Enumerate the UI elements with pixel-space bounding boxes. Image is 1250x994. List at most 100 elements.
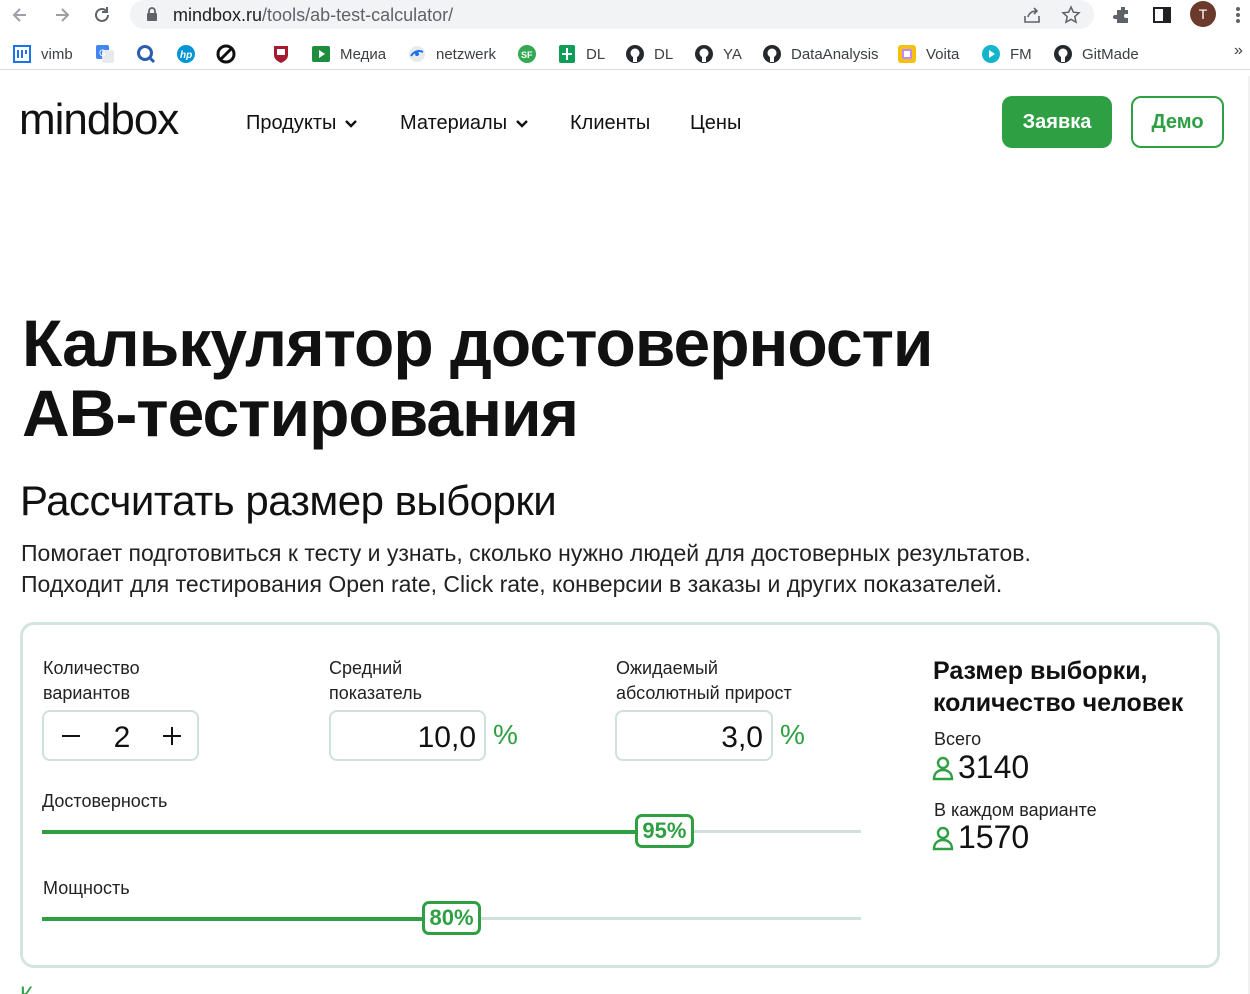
power-label: Мощность (43, 878, 130, 898)
variants-stepper[interactable]: 2 (42, 710, 199, 761)
bookmark-translate[interactable]: G (95, 42, 115, 66)
lock-icon[interactable] (146, 7, 158, 27)
variants-label: Количество вариантов (43, 656, 140, 706)
confidence-slider-handle[interactable]: 95% (634, 814, 694, 848)
per-variant-label: В каждом варианте (934, 800, 1097, 820)
nav-clients[interactable]: Клиенты (570, 112, 650, 135)
section-description: Помогает подготовиться к тесту и узнать,… (21, 538, 1031, 600)
nav-products-label: Продукты (246, 112, 337, 134)
sidepanel-icon[interactable] (1150, 3, 1174, 27)
vimb-icon (12, 44, 32, 64)
per-variant-result: 1570 (932, 819, 1029, 856)
uplift-label-line-2: абсолютный прирост (616, 683, 792, 703)
per-variant-value: 1570 (958, 819, 1030, 855)
media-icon (311, 44, 331, 64)
bookmark-label: DL (586, 45, 606, 63)
bookmark-media[interactable]: Медиа (311, 42, 386, 66)
uplift-unit: % (780, 719, 805, 750)
section-subtitle: Рассчитать размер выборки (20, 477, 557, 524)
request-button[interactable]: Заявка (1002, 96, 1112, 148)
uplift-label-line-1: Ожидаемый (616, 658, 718, 678)
average-label-line-2: показатель (329, 683, 423, 703)
star-icon[interactable] (1059, 3, 1083, 27)
description-line-2: Подходит для тестирования Open rate, Cli… (21, 571, 1003, 597)
reload-icon[interactable] (90, 3, 114, 27)
bookmarks-bar: vimb G hp Медиа netzwerk SF DL DL YA Dat… (0, 38, 1250, 70)
voita-icon (897, 44, 917, 64)
sheets-icon (557, 44, 577, 64)
forward-icon[interactable] (50, 3, 74, 27)
nav-materials-label: Материалы (400, 112, 508, 134)
bookmark-netzwerk[interactable]: netzwerk (407, 42, 496, 66)
average-value[interactable]: 10,0 (418, 721, 476, 755)
power-slider-fill (42, 916, 452, 921)
harvard-icon (271, 44, 291, 64)
person-icon (932, 755, 954, 781)
total-value: 3140 (958, 749, 1030, 785)
bookmark-label: YA (723, 45, 742, 63)
bookmark-gitmade[interactable]: GitMade (1053, 42, 1139, 66)
netzwerk-icon (407, 44, 427, 64)
nav-prices[interactable]: Цены (690, 112, 741, 135)
bookmark-q[interactable] (136, 42, 156, 66)
confidence-label: Достоверность (42, 791, 168, 811)
bookmark-dl-github[interactable]: DL (625, 42, 673, 66)
page-title: Калькулятор достоверности АВ-тестировани… (22, 308, 933, 450)
variants-label-line-1: Количество (43, 658, 140, 678)
back-icon[interactable] (8, 3, 32, 27)
svg-text:G: G (99, 48, 106, 58)
menu-icon[interactable] (1226, 3, 1250, 27)
bookmarks-more-button[interactable]: » (1234, 42, 1243, 60)
demo-button[interactable]: Демо (1131, 96, 1224, 148)
average-unit: % (493, 719, 518, 750)
bookmark-harvard[interactable] (271, 42, 291, 66)
uplift-input[interactable]: 3,0 (615, 710, 773, 761)
uplift-value[interactable]: 3,0 (721, 721, 763, 755)
share-icon[interactable] (1020, 3, 1044, 27)
variants-label-line-2: вариантов (43, 683, 131, 703)
svg-text:hp: hp (180, 50, 192, 61)
plus-button[interactable] (156, 720, 188, 752)
bookmark-hp[interactable]: hp (176, 42, 196, 66)
bookmark-voita[interactable]: Voita (897, 42, 959, 66)
page-title-line-2: АВ-тестирования (22, 376, 579, 450)
address-bar[interactable]: mindbox.ru/tools/ab-test-calculator/ (130, 0, 1094, 29)
chevron-down-icon (515, 119, 529, 128)
nav-products[interactable]: Продукты (246, 112, 358, 135)
profile-avatar[interactable]: T (1190, 1, 1216, 27)
github-icon (1053, 44, 1073, 64)
confidence-slider-fill (42, 829, 665, 834)
average-label: Средний показатель (329, 656, 422, 706)
power-slider-handle[interactable]: 80% (422, 901, 481, 935)
average-input[interactable]: 10,0 (329, 710, 486, 761)
bookmark-dl-sheets[interactable]: DL (557, 42, 605, 66)
bookmark-dataanalysis[interactable]: DataAnalysis (762, 42, 879, 66)
bookmark-label: vimb (41, 45, 73, 63)
svg-text:SF: SF (521, 50, 533, 60)
github-icon (762, 44, 782, 64)
description-line-1: Помогает подготовиться к тесту и узнать,… (21, 540, 1031, 566)
extensions-icon[interactable] (1111, 3, 1135, 27)
site-logo[interactable]: mindbox (19, 98, 179, 142)
below-fold-text: К (20, 982, 33, 994)
sf-icon: SF (517, 44, 537, 64)
bookmark-vimb[interactable]: vimb (12, 42, 73, 66)
bookmark-label: Voita (926, 45, 960, 63)
bookmark-sf[interactable]: SF (517, 42, 537, 66)
result-title-line-2: количество человек (933, 689, 1184, 717)
browser-toolbar: mindbox.ru/tools/ab-test-calculator/ T (0, 0, 1250, 30)
person-icon (932, 825, 954, 851)
result-title-line-1: Размер выборки, (933, 657, 1148, 685)
url-text[interactable]: mindbox.ru/tools/ab-test-calculator/ (173, 5, 453, 26)
url-host: mindbox.ru (173, 5, 263, 25)
total-result: 3140 (932, 749, 1029, 786)
hp-icon: hp (176, 44, 196, 64)
github-icon (625, 44, 645, 64)
bookmark-ya[interactable]: YA (694, 42, 742, 66)
bookmark-nosign[interactable] (216, 42, 236, 66)
bookmark-label: GitMade (1082, 45, 1139, 63)
nav-materials[interactable]: Материалы (400, 112, 529, 135)
total-label: Всего (934, 729, 982, 749)
bookmark-fm[interactable]: FM (981, 42, 1032, 66)
play-icon (981, 44, 1001, 64)
